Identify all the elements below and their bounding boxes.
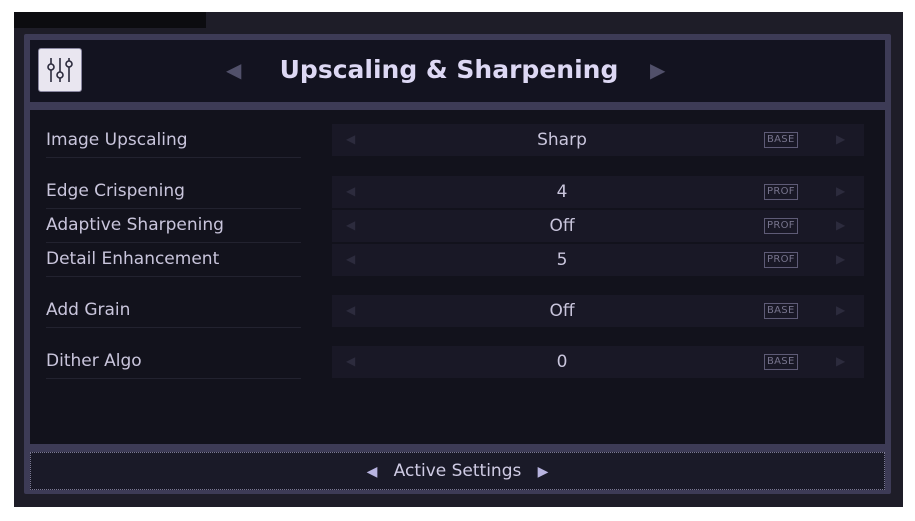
setting-value-text: 5 [556,250,568,270]
footer-label: Active Settings [393,461,522,481]
decrease-arrow-icon[interactable]: ◀ [346,131,355,147]
prev-page-arrow-icon[interactable]: ◀ [226,60,241,80]
next-page-arrow-icon[interactable]: ▶ [650,60,665,80]
settings-panel: ◀ Upscaling & Sharpening ▶ Image Upscali… [24,34,891,494]
setting-badge: PROF [764,218,798,234]
decrease-arrow-icon[interactable]: ◀ [346,302,355,318]
decrease-arrow-icon[interactable]: ◀ [346,217,355,233]
setting-value-add-grain[interactable]: ◀ Off BASE ▶ [332,295,864,327]
setting-badge: PROF [764,252,798,268]
increase-arrow-icon[interactable]: ▶ [836,131,845,147]
setting-value-text: Off [549,301,575,321]
setting-badge: BASE [764,303,798,319]
setting-value-image-upscaling[interactable]: ◀ Sharp BASE ▶ [332,124,864,156]
decrease-arrow-icon[interactable]: ◀ [346,183,355,199]
setting-label-dither-algo: Dither Algo [46,345,301,379]
footer-next-arrow-icon[interactable]: ▶ [538,464,549,480]
setting-value-text: 4 [556,182,568,202]
setting-value-text: Sharp [537,130,587,150]
header-bar: ◀ Upscaling & Sharpening ▶ [30,40,885,102]
frame-shadow [14,12,206,28]
setting-label-edge-crispening: Edge Crispening [46,175,301,209]
setting-value-edge-crispening[interactable]: ◀ 4 PROF ▶ [332,176,864,208]
increase-arrow-icon[interactable]: ▶ [836,353,845,369]
settings-list: Image Upscaling ◀ Sharp BASE ▶ Edge Cris… [30,110,885,444]
setting-label-adaptive-sharpening: Adaptive Sharpening [46,209,301,243]
setting-value-detail-enhancement[interactable]: ◀ 5 PROF ▶ [332,244,864,276]
setting-label-image-upscaling: Image Upscaling [46,124,301,158]
page-title: Upscaling & Sharpening [279,55,619,84]
increase-arrow-icon[interactable]: ▶ [836,217,845,233]
active-settings-bar[interactable]: ◀ Active Settings ▶ [30,452,885,490]
decrease-arrow-icon[interactable]: ◀ [346,353,355,369]
increase-arrow-icon[interactable]: ▶ [836,183,845,199]
osd-window: ◀ Upscaling & Sharpening ▶ Image Upscali… [14,12,903,507]
setting-value-text: 0 [556,352,568,372]
footer-prev-arrow-icon[interactable]: ◀ [367,464,378,480]
setting-badge: BASE [764,132,798,148]
setting-label-detail-enhancement: Detail Enhancement [46,243,301,277]
setting-value-adaptive-sharpening[interactable]: ◀ Off PROF ▶ [332,210,864,242]
increase-arrow-icon[interactable]: ▶ [836,251,845,267]
equalizer-sliders-icon [38,48,82,92]
setting-value-text: Off [549,216,575,236]
setting-badge: BASE [764,354,798,370]
setting-value-dither-algo[interactable]: ◀ 0 BASE ▶ [332,346,864,378]
decrease-arrow-icon[interactable]: ◀ [346,251,355,267]
setting-label-add-grain: Add Grain [46,294,301,328]
setting-badge: PROF [764,184,798,200]
increase-arrow-icon[interactable]: ▶ [836,302,845,318]
